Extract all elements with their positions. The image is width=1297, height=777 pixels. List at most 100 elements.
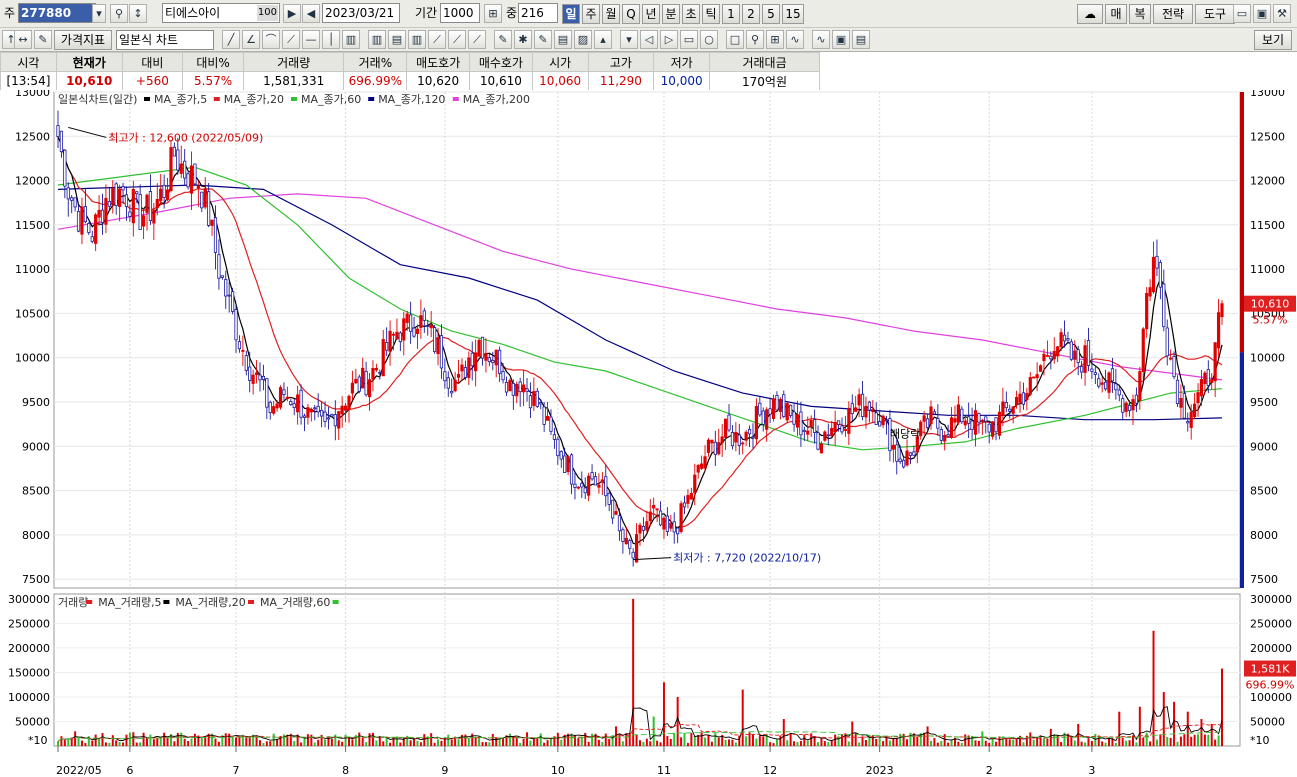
drawing-tool-icon[interactable]: ✎	[534, 30, 552, 49]
drawing-tool-icon[interactable]: ▣	[832, 30, 850, 49]
volume-bar	[950, 739, 953, 746]
quote-header: 거래량	[242, 52, 345, 72]
toolbar-button[interactable]: 매	[1105, 4, 1127, 24]
sort-icon[interactable]: ↕	[129, 4, 147, 23]
candle-body	[836, 420, 841, 425]
left-right-arrow-icon[interactable]: ↔	[14, 30, 32, 49]
drawing-tool-icon[interactable]: ✱	[514, 30, 532, 49]
period-button[interactable]: 5	[762, 4, 780, 24]
toolbar-button[interactable]: 복	[1129, 4, 1151, 24]
period-button[interactable]: 초	[682, 4, 700, 24]
period-button[interactable]: 년	[642, 4, 660, 24]
drawing-tool-icon[interactable]: ⟋	[282, 30, 300, 49]
period-button[interactable]: 주	[582, 4, 600, 24]
drawing-tool-icon[interactable]: ⊞	[766, 30, 784, 49]
count-input[interactable]: 216	[518, 3, 558, 23]
candle-body	[460, 364, 464, 372]
volume-bar	[104, 742, 107, 746]
candle-body	[645, 521, 649, 531]
drawing-tool-icon[interactable]: ▨	[574, 30, 592, 49]
stock-code-input[interactable]: 277880	[18, 3, 96, 23]
drawing-tool-icon[interactable]: ⟋	[428, 30, 446, 49]
drawing-tool-icon[interactable]: ▭	[680, 30, 698, 49]
play-icon[interactable]: ▶	[283, 4, 301, 23]
drawing-tool-icon[interactable]: ∿	[812, 30, 830, 49]
volume-bar	[57, 741, 59, 746]
volume-bar	[1162, 692, 1165, 746]
period-button[interactable]: 틱	[702, 4, 720, 24]
candle-body	[611, 499, 615, 519]
period-button[interactable]: 분	[662, 4, 680, 24]
volume-legend-swatch	[332, 600, 339, 604]
drawing-tool-icon[interactable]: ∿	[786, 30, 804, 49]
wrench-icon[interactable]: ⚒	[1273, 4, 1291, 23]
drawing-tool-icon[interactable]: ⟋	[468, 30, 486, 49]
candle-body	[1148, 287, 1152, 297]
period-button[interactable]: 일	[562, 4, 580, 24]
toolbar-button[interactable]: 도구	[1195, 4, 1235, 24]
period-button[interactable]: 1	[722, 4, 740, 24]
drawing-tool-icon[interactable]: ╱	[222, 30, 240, 49]
drawing-tool-icon[interactable]: ▤	[852, 30, 870, 49]
candle-body	[80, 206, 84, 235]
candle-body	[367, 379, 372, 398]
candle-body	[569, 454, 574, 485]
x-tick-label: 2022/05	[56, 764, 102, 777]
stock-name-field[interactable]: 티에스아이 100	[162, 3, 280, 23]
edit-icon[interactable]: ✎	[34, 30, 52, 49]
toolbar-button[interactable]: 전략	[1153, 4, 1193, 24]
volume-bar	[344, 734, 347, 746]
drawing-tool-icon[interactable]: ▴	[594, 30, 612, 49]
volume-bar	[231, 737, 234, 746]
volume-bar	[940, 740, 943, 746]
volume-bar	[1036, 737, 1039, 746]
drawing-tool-icon[interactable]: ◁	[640, 30, 658, 49]
drawing-tool-icon[interactable]: ✎	[494, 30, 512, 49]
drawing-tool-icon[interactable]: ⌒	[262, 30, 280, 49]
period-input[interactable]: 1000	[440, 3, 480, 23]
drawing-tool-icon[interactable]: ▤	[388, 30, 406, 49]
chart-type-select[interactable]: 일본식 차트	[116, 30, 214, 50]
volume-bar	[755, 738, 758, 746]
cloud-icon[interactable]: ☁	[1077, 4, 1103, 24]
volume-bar	[447, 734, 450, 746]
volume-bar	[556, 732, 559, 746]
period-button[interactable]: 월	[602, 4, 620, 24]
drawing-tool-icon[interactable]: ▥	[368, 30, 386, 49]
period-button[interactable]: Q	[622, 4, 640, 24]
drawing-tool-icon[interactable]: ▤	[554, 30, 572, 49]
volume-bar	[731, 739, 734, 746]
candle-body	[333, 414, 337, 427]
drawing-tool-icon[interactable]: —	[302, 30, 320, 49]
volume-bar	[659, 742, 662, 746]
chevron-down-icon[interactable]: ▾	[92, 4, 106, 23]
candle-body	[806, 430, 810, 435]
search-icon[interactable]: ⚲	[110, 4, 128, 23]
date-input[interactable]: 2023/03/21	[322, 3, 400, 23]
candle-body	[840, 425, 844, 433]
drawing-tool-icon[interactable]: ⟋	[448, 30, 466, 49]
drawing-tool-icon[interactable]: □	[726, 30, 744, 49]
drawing-tool-icon[interactable]: ▥	[408, 30, 426, 49]
candle-body	[1124, 402, 1128, 412]
grid-icon[interactable]: ⊞	[484, 4, 502, 23]
legend-swatch	[368, 97, 375, 101]
period-button[interactable]: 15	[782, 4, 804, 24]
drawing-tool-icon[interactable]: ▷	[660, 30, 678, 49]
drawing-tool-icon[interactable]: ∠	[242, 30, 260, 49]
candle-body	[754, 406, 759, 440]
drawing-tool-icon[interactable]: ○	[700, 30, 718, 49]
drawing-tool-icon[interactable]: │	[322, 30, 340, 49]
indicator-button[interactable]: 가격지표	[54, 30, 112, 50]
drawing-tool-icon[interactable]: ▾	[620, 30, 638, 49]
candle-body	[230, 291, 235, 312]
stock-chart[interactable]: 7500 75008000 80008500 85009000 90009500 9500…	[0, 90, 1297, 777]
drawing-tool-icon[interactable]: ▥	[342, 30, 360, 49]
view-button[interactable]: 보기	[1254, 30, 1292, 50]
drawing-tool-icon[interactable]: ⚲	[746, 30, 764, 49]
candle-body	[405, 313, 409, 323]
save-icon[interactable]: ▣	[1253, 4, 1271, 23]
folder-icon[interactable]: ▭	[1233, 4, 1251, 23]
back-icon[interactable]: ◀	[302, 4, 320, 23]
period-button[interactable]: 2	[742, 4, 760, 24]
